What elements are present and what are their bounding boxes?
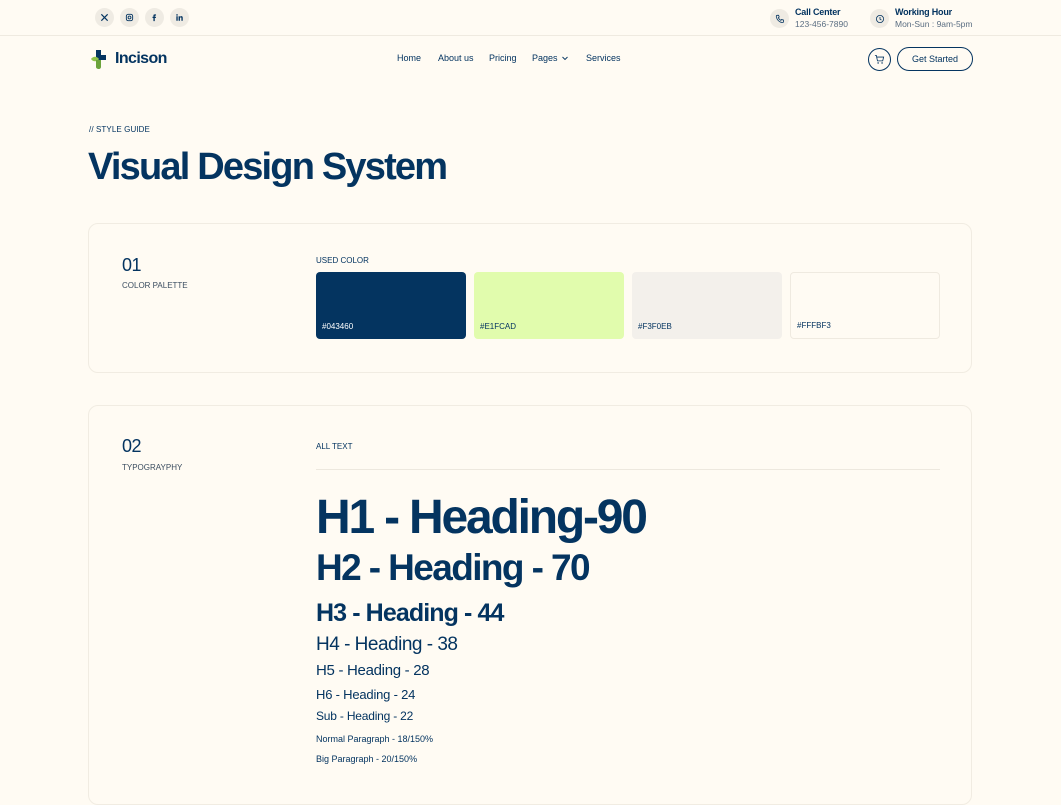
eyebrow: // STYLE GUIDE xyxy=(89,125,150,134)
clock-icon xyxy=(870,9,889,28)
facebook-icon[interactable] xyxy=(145,8,164,27)
typography-section: 02 TYPOGRAYPHY ALL TEXT H1 - Heading-90 … xyxy=(88,405,972,805)
swatch-navy[interactable]: #043460 xyxy=(316,272,466,339)
section-number: 01 xyxy=(122,255,142,275)
sample-h4: H4 - Heading - 38 xyxy=(316,634,458,655)
all-text-label: ALL TEXT xyxy=(316,442,353,451)
page-title: Visual Design System xyxy=(88,146,448,188)
swatch-hex: #E1FCAD xyxy=(480,322,517,331)
logo-icon xyxy=(91,50,106,69)
linkedin-icon[interactable] xyxy=(170,8,189,27)
sample-big-paragraph: Big Paragraph - 20/150% xyxy=(316,754,418,764)
swatch-cream[interactable]: #FFFBF3 xyxy=(790,272,940,339)
swatch-hex: #FFFBF3 xyxy=(797,321,831,330)
nav-pages[interactable]: Pages xyxy=(532,53,569,63)
cart-icon xyxy=(874,54,885,64)
top-bar: Call Center 123-456-7890 Working Hour Mo… xyxy=(0,0,1061,36)
instagram-icon[interactable] xyxy=(120,8,139,27)
swatch-hex: #043460 xyxy=(322,322,354,331)
call-center-title: Call Center xyxy=(795,7,841,17)
sample-h3: H3 - Heading - 44 xyxy=(316,599,504,627)
get-started-button[interactable]: Get Started xyxy=(897,47,973,71)
color-palette-section: 01 COLOR PALETTE USED COLOR #043460 #E1F… xyxy=(88,223,972,373)
section-label: TYPOGRAYPHY xyxy=(122,463,183,472)
nav-services[interactable]: Services xyxy=(586,53,621,63)
sample-h2: H2 - Heading - 70 xyxy=(316,547,591,588)
logo[interactable]: Incison xyxy=(88,47,167,71)
nav-about[interactable]: About us xyxy=(438,53,474,63)
nav-home[interactable]: Home xyxy=(397,53,421,63)
nav-pricing[interactable]: Pricing xyxy=(489,53,517,63)
sample-h6: H6 - Heading - 24 xyxy=(316,687,416,702)
swatch-lime[interactable]: #E1FCAD xyxy=(474,272,624,339)
working-hour-value: Mon-Sun : 9am-5pm xyxy=(895,19,973,29)
swatch-gray[interactable]: #F3F0EB xyxy=(632,272,782,339)
working-hour-title: Working Hour xyxy=(895,7,952,17)
call-center-number: 123-456-7890 xyxy=(795,19,848,29)
divider xyxy=(316,469,940,470)
swatch-hex: #F3F0EB xyxy=(638,322,672,331)
nav-pages-label: Pages xyxy=(532,53,558,63)
x-icon[interactable] xyxy=(95,8,114,27)
section-number: 02 xyxy=(122,436,142,456)
used-color-label: USED COLOR xyxy=(316,256,369,265)
chevron-down-icon xyxy=(561,56,568,61)
call-center[interactable]: Call Center 123-456-7890 xyxy=(770,7,848,30)
section-label: COLOR PALETTE xyxy=(122,281,188,290)
sample-h1: H1 - Heading-90 xyxy=(316,491,648,544)
sample-subheading: Sub - Heading - 22 xyxy=(316,709,414,723)
cart-button[interactable] xyxy=(868,48,891,71)
working-hours: Working Hour Mon-Sun : 9am-5pm xyxy=(870,7,972,30)
phone-icon xyxy=(770,9,789,28)
logo-text: Incison xyxy=(115,50,167,67)
sample-h5: H5 - Heading - 28 xyxy=(316,662,430,679)
sample-paragraph: Normal Paragraph - 18/150% xyxy=(316,734,434,744)
